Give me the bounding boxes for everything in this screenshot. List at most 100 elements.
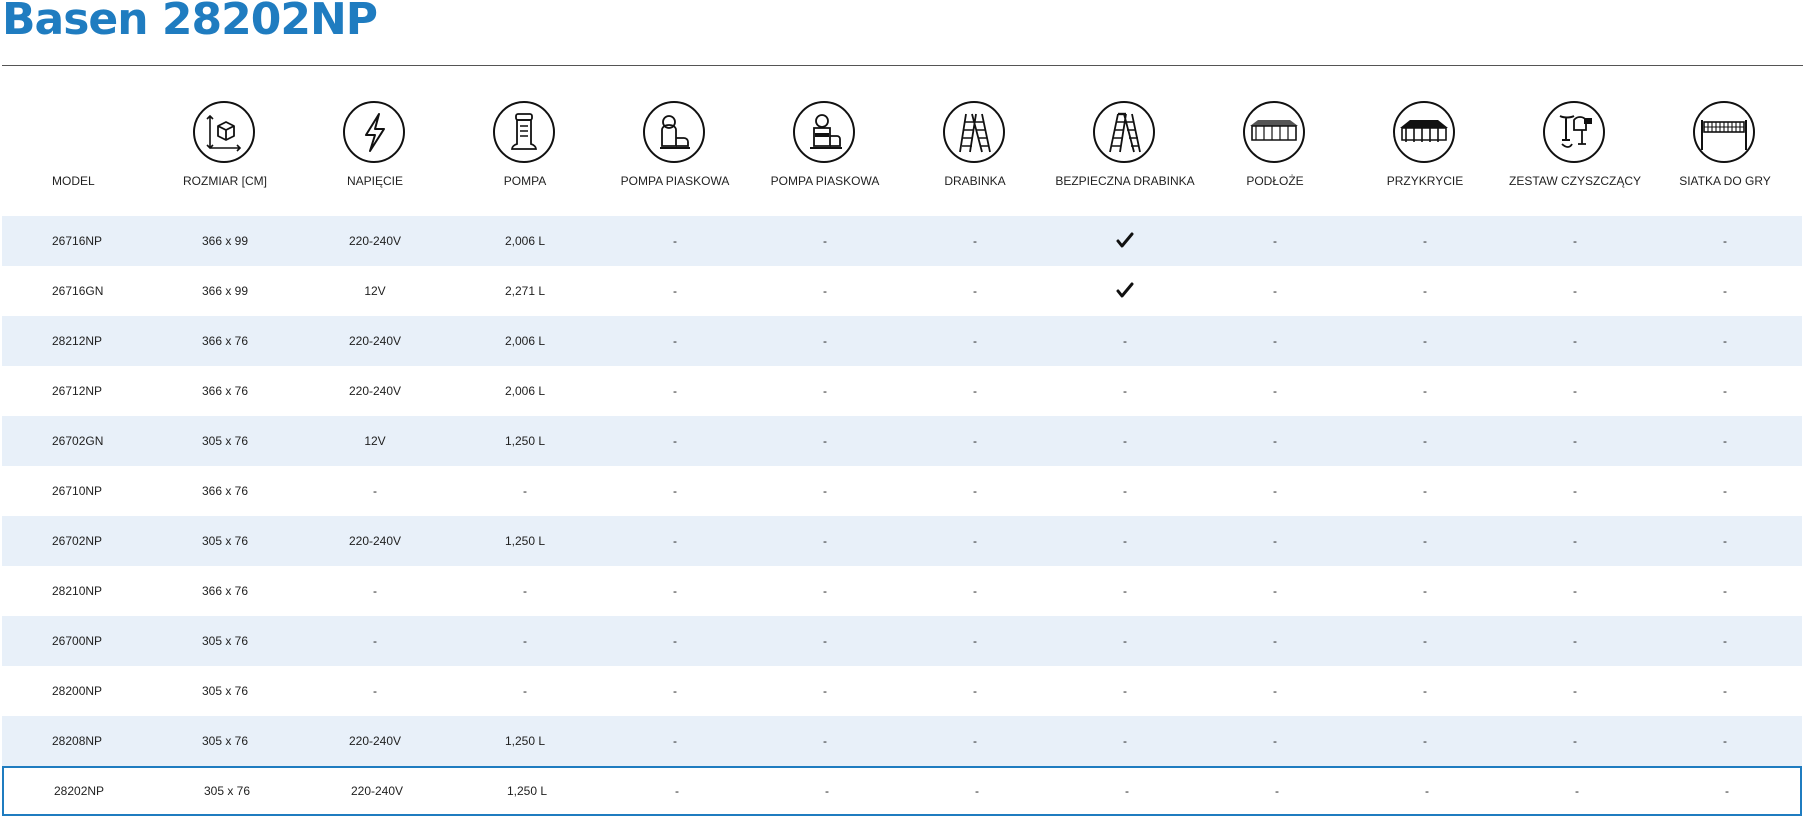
volleyball-net-icon: [1693, 101, 1755, 163]
table-cell-sand-pump-1: -: [673, 334, 677, 348]
ladder-icon: [943, 101, 1005, 163]
table-cell-voltage: 220-240V: [350, 784, 404, 798]
table-cell-cover: -: [1423, 684, 1427, 698]
table-cell-safety-ladder: [1050, 266, 1200, 316]
table-cell-ladder: -: [973, 434, 977, 448]
table-cell-ladder: -: [973, 734, 977, 748]
table-cell-sand-pump-2: -: [823, 684, 827, 698]
page-title: Basen 28202NP: [2, 0, 378, 45]
table-cell-net: -: [1723, 634, 1727, 648]
table-row[interactable]: 26700NP 305 x 76- - - - - - - - - -: [2, 616, 1802, 666]
table-cell-sand-pump-2: -: [823, 484, 827, 498]
table-cell-voltage: -: [373, 584, 377, 598]
table-cell-sand-pump-2: -: [823, 234, 827, 248]
table-cell-cover: -: [1423, 534, 1427, 548]
column-header-ground-cloth: PODŁOŻE: [1200, 98, 1350, 194]
table-cell-cover: -: [1423, 284, 1427, 298]
table-cell-sand-pump-1: -: [675, 784, 679, 798]
table-row-selected[interactable]: 28202NP 305 x 76 220-240V 1,250 L--------: [2, 766, 1802, 816]
table-cell-sand-pump-1: -: [673, 534, 677, 548]
table-cell-ladder: -: [973, 484, 977, 498]
table-cell-size: 366 x 76: [201, 334, 249, 348]
column-header-cover: PRZYKRYCIE: [1350, 98, 1500, 194]
table-cell-ground-cloth: -: [1273, 234, 1277, 248]
table-cell-size: 305 x 76: [201, 734, 249, 748]
table-cell-sand-pump-2: -: [823, 584, 827, 598]
table-cell-ground-cloth: -: [1273, 684, 1277, 698]
table-cell-safety-ladder: -: [1123, 534, 1127, 548]
table-cell-pump: 1,250 L: [506, 784, 548, 798]
table-cell-safety-ladder: -: [1123, 334, 1127, 348]
cleaning-kit-icon: [1543, 101, 1605, 163]
table-row[interactable]: 28208NP 305 x 76 220-240V 1,250 L--------: [2, 716, 1802, 766]
table-cell-ladder: -: [973, 534, 977, 548]
table-cell-sand-pump-2: -: [823, 734, 827, 748]
table-cell-cover: -: [1423, 634, 1427, 648]
table-cell-pump: -: [523, 484, 527, 498]
table-cell-size: 366 x 99: [201, 284, 249, 298]
table-cell-sand-pump-1: -: [673, 484, 677, 498]
table-cell-safety-ladder: -: [1123, 434, 1127, 448]
pool-cover-icon: [1393, 101, 1455, 163]
column-header-sand-pump-2: POMPA PIASKOWA: [750, 98, 900, 194]
column-header-pump: POMPA: [450, 98, 600, 194]
table-cell-cleaning-kit: -: [1573, 684, 1577, 698]
table-row[interactable]: 28212NP 366 x 76 220-240V 2,006 L--------: [2, 316, 1802, 366]
table-cell-ladder: -: [975, 784, 979, 798]
table-cell-pump: 2,006 L: [504, 384, 546, 398]
table-cell-voltage: 220-240V: [348, 534, 402, 548]
table-cell-sand-pump-2: -: [825, 784, 829, 798]
table-row[interactable]: 28200NP 305 x 76- - - - - - - - - -: [2, 666, 1802, 716]
combo-sand-filter-pump-icon: [793, 101, 855, 163]
table-cell-sand-pump-1: -: [673, 634, 677, 648]
dimensions-cube-icon: [193, 101, 255, 163]
table-row[interactable]: 26716NP 366 x 99 220-240V 2,006 L-------: [2, 216, 1802, 266]
table-cell-voltage: 220-240V: [348, 734, 402, 748]
table-row[interactable]: 26702GN 305 x 76 12V 1,250 L--------: [2, 416, 1802, 466]
table-row[interactable]: 26702NP 305 x 76 220-240V 1,250 L--------: [2, 516, 1802, 566]
table-row[interactable]: 28210NP 366 x 76- - - - - - - - - -: [2, 566, 1802, 616]
table-cell-cleaning-kit: -: [1573, 484, 1577, 498]
checkmark-icon: [1116, 282, 1134, 298]
checkmark-icon: [1116, 232, 1134, 248]
table-cell-cleaning-kit: -: [1573, 384, 1577, 398]
table-cell-voltage: 220-240V: [348, 334, 402, 348]
table-cell-pump: 1,250 L: [504, 534, 546, 548]
table-cell-ground-cloth: -: [1273, 284, 1277, 298]
table-cell-net: -: [1723, 234, 1727, 248]
table-row[interactable]: 26710NP 366 x 76- - - - - - - - - -: [2, 466, 1802, 516]
table-cell-size: 305 x 76: [201, 434, 249, 448]
table-cell-sand-pump-2: -: [823, 634, 827, 648]
table-cell-cleaning-kit: -: [1573, 584, 1577, 598]
table-cell-cleaning-kit: -: [1573, 284, 1577, 298]
table-cell-ground-cloth: -: [1273, 334, 1277, 348]
table-row[interactable]: 26716GN 366 x 99 12V 2,271 L-------: [2, 266, 1802, 316]
table-cell-voltage: 12V: [364, 434, 386, 448]
table-cell-net: -: [1723, 734, 1727, 748]
table-cell-sand-pump-2: -: [823, 434, 827, 448]
table-row[interactable]: 26712NP 366 x 76 220-240V 2,006 L--------: [2, 366, 1802, 416]
table-cell-sand-pump-1: -: [673, 584, 677, 598]
ground-cloth-icon: [1243, 101, 1305, 163]
table-cell-ladder: -: [973, 284, 977, 298]
table-cell-sand-pump-1: -: [673, 384, 677, 398]
table-cell-cleaning-kit: -: [1573, 434, 1577, 448]
table-cell-ladder: -: [973, 634, 977, 648]
table-cell-cover: -: [1423, 434, 1427, 448]
table-cell-sand-pump-1: -: [673, 734, 677, 748]
table-cell-cleaning-kit: -: [1573, 334, 1577, 348]
table-cell-cleaning-kit: -: [1573, 634, 1577, 648]
table-cell-sand-pump-1: -: [673, 684, 677, 698]
table-cell-ground-cloth: -: [1273, 534, 1277, 548]
table-cell-ladder: -: [973, 584, 977, 598]
table-cell-voltage: -: [373, 684, 377, 698]
table-cell-ladder: -: [973, 384, 977, 398]
table-cell-net: -: [1723, 534, 1727, 548]
table-cell-size: 366 x 99: [201, 234, 249, 248]
table-cell-net: -: [1723, 334, 1727, 348]
table-cell-cleaning-kit: -: [1575, 784, 1579, 798]
table-cell-cover: -: [1423, 584, 1427, 598]
table-cell-ground-cloth: -: [1273, 484, 1277, 498]
table-cell-sand-pump-1: -: [673, 284, 677, 298]
table-cell-ground-cloth: -: [1273, 384, 1277, 398]
